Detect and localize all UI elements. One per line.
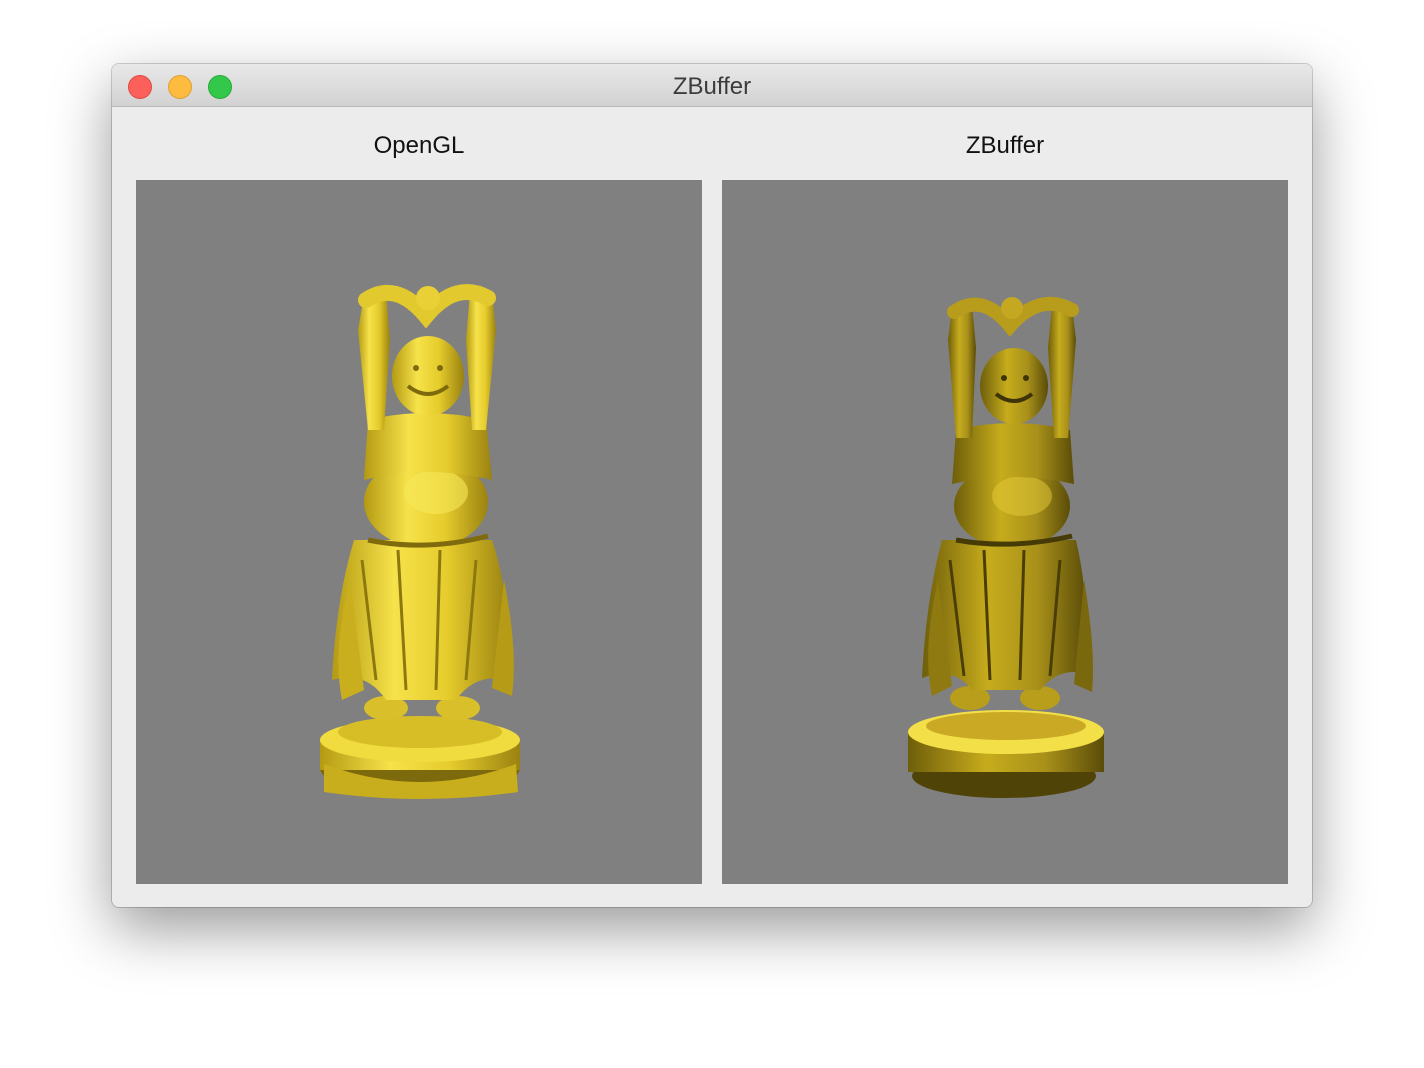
- buddha-statue-render-zbuffer: [908, 296, 1104, 798]
- zbuffer-viewport[interactable]: [722, 180, 1288, 884]
- zbuffer-panel-label: ZBuffer: [965, 132, 1045, 159]
- app-window: ZBuffer OpenGL ZBuffer: [112, 64, 1312, 907]
- window-title: ZBuffer: [672, 73, 752, 100]
- title-bar[interactable]: ZBuffer: [112, 64, 1312, 107]
- opengl-panel-label: OpenGL: [373, 132, 465, 159]
- opengl-viewport[interactable]: [136, 180, 702, 884]
- buddha-statue-render-opengl: [320, 284, 520, 799]
